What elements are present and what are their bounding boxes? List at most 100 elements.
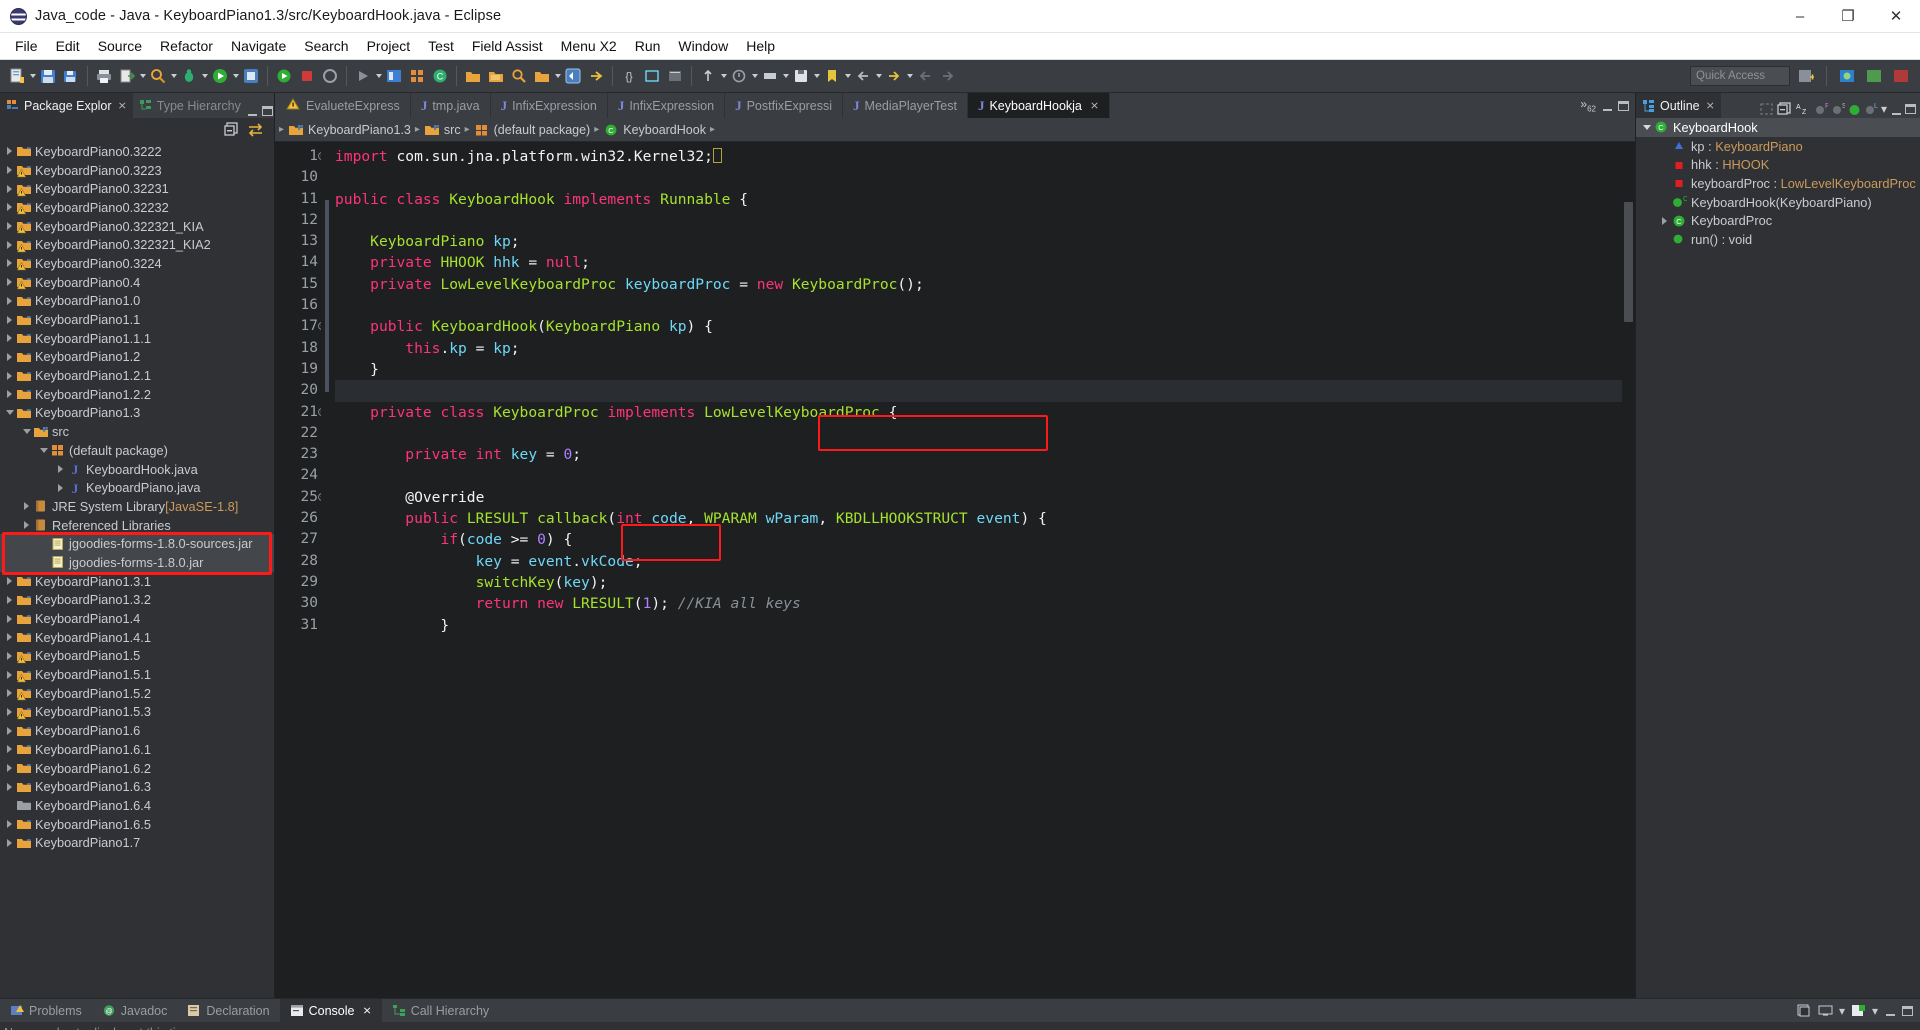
tree-expand-arrow-icon[interactable] bbox=[55, 483, 66, 492]
tree-expand-arrow-icon[interactable] bbox=[4, 166, 15, 175]
tree-expand-arrow-icon[interactable] bbox=[4, 782, 15, 791]
explorer-minimize-button[interactable] bbox=[247, 105, 259, 116]
tab-package-explorer[interactable]: Package Explor ⨯ bbox=[0, 93, 133, 118]
outline-arrow-icon[interactable] bbox=[1640, 124, 1653, 130]
code-line[interactable]: switchKey(key); bbox=[335, 572, 1635, 593]
print-icon[interactable] bbox=[93, 65, 115, 87]
display-console-icon[interactable] bbox=[1818, 1004, 1833, 1017]
outline-item[interactable]: keyboardProc : LowLevelKeyboardProc bbox=[1636, 174, 1920, 193]
forward-arrow-icon[interactable] bbox=[585, 65, 607, 87]
tree-item[interactable]: KeyboardPiano1.2 bbox=[0, 348, 274, 367]
bottom-tab[interactable]: Declaration bbox=[177, 999, 279, 1022]
tree-item[interactable]: KeyboardPiano1.3 bbox=[0, 404, 274, 423]
tree-item[interactable]: KeyboardPiano1.6.3 bbox=[0, 777, 274, 796]
console-maximize-button[interactable] bbox=[1902, 1005, 1913, 1016]
run-test-icon[interactable] bbox=[273, 65, 295, 87]
editor-minimize-button[interactable] bbox=[1601, 100, 1613, 111]
tree-item[interactable]: KeyboardPiano0.32232 bbox=[0, 198, 274, 217]
code-line[interactable]: } bbox=[335, 359, 1635, 380]
tree-item-selected[interactable]: jgoodies-forms-1.8.0-sources.jar bbox=[0, 534, 274, 554]
code-line[interactable] bbox=[335, 167, 1635, 188]
quick-access-input[interactable]: Quick Access bbox=[1690, 66, 1790, 86]
toggle-block-select-icon[interactable] bbox=[641, 65, 663, 87]
bottom-tab[interactable]: Call Hierarchy bbox=[382, 999, 500, 1022]
tree-expand-arrow-icon[interactable] bbox=[4, 371, 15, 380]
tree-collapse-arrow-icon[interactable] bbox=[4, 410, 15, 416]
perspective-java-icon[interactable] bbox=[383, 65, 405, 87]
menu-navigate[interactable]: Navigate bbox=[222, 35, 295, 57]
menu-run[interactable]: Run bbox=[626, 35, 670, 57]
next-annotation-icon[interactable] bbox=[697, 65, 719, 87]
tree-item[interactable]: src bbox=[0, 422, 274, 441]
tree-expand-arrow-icon[interactable] bbox=[4, 614, 15, 623]
tree-item[interactable]: (default package) bbox=[0, 441, 274, 460]
console-minimize-button[interactable] bbox=[1884, 1005, 1896, 1016]
outline-maximize-button[interactable] bbox=[1905, 104, 1916, 114]
outline-item[interactable]: C KeyboardHook(KeyboardPiano) bbox=[1636, 193, 1920, 212]
bottom-tab-close-icon[interactable]: ⨯ bbox=[362, 1004, 371, 1017]
close-button[interactable]: ✕ bbox=[1872, 0, 1920, 32]
tree-item[interactable]: KeyboardPiano1.2.1 bbox=[0, 366, 274, 385]
toggle-mark-occurrences-icon[interactable]: {} bbox=[618, 65, 640, 87]
open-console-icon[interactable] bbox=[1851, 1004, 1866, 1017]
code-line[interactable]: public KeyboardHook(KeyboardPiano kp) { bbox=[335, 316, 1635, 337]
menu-test[interactable]: Test bbox=[419, 35, 463, 57]
code-line[interactable]: private int key = 0; bbox=[335, 444, 1635, 465]
tree-item[interactable]: KeyboardPiano1.6.1 bbox=[0, 740, 274, 759]
stop-icon[interactable] bbox=[296, 65, 318, 87]
clear-console-icon[interactable] bbox=[1797, 1004, 1812, 1017]
tree-item[interactable]: KeyboardPiano1.1 bbox=[0, 310, 274, 329]
collapse-all-icon[interactable] bbox=[224, 122, 239, 137]
tree-item[interactable]: KeyboardPiano1.5.2 bbox=[0, 684, 274, 703]
tree-item[interactable]: KeyboardPiano0.3222 bbox=[0, 142, 274, 161]
tree-expand-arrow-icon[interactable] bbox=[4, 315, 15, 324]
editor-vertical-scrollbar[interactable] bbox=[1622, 142, 1635, 998]
editor-tab[interactable]: EvalueteExpress bbox=[275, 93, 411, 118]
run-icon[interactable] bbox=[209, 65, 231, 87]
code-line[interactable]: private HHOOK hhk = null; bbox=[335, 252, 1635, 273]
code-line[interactable]: KeyboardPiano kp; bbox=[335, 231, 1635, 252]
show-whitespace-icon[interactable] bbox=[664, 65, 686, 87]
perspective-add-icon[interactable] bbox=[1795, 65, 1817, 87]
tree-expand-arrow-icon[interactable] bbox=[21, 521, 32, 530]
open-console-dropdown-icon[interactable]: ▾ bbox=[1872, 1004, 1878, 1018]
tree-item[interactable]: KeyboardPiano0.322321_KIA bbox=[0, 217, 274, 236]
tree-item[interactable]: J KeyboardHook.java bbox=[0, 460, 274, 479]
editor-tab[interactable]: J MediaPlayerTest bbox=[843, 93, 968, 118]
nav-forward-grey-icon[interactable] bbox=[937, 65, 959, 87]
minimize-button[interactable]: – bbox=[1776, 0, 1824, 32]
breadcrumb-item[interactable]: C KeyboardHook bbox=[603, 123, 706, 137]
outline-menu-icon[interactable]: ▾ bbox=[1881, 102, 1887, 116]
menu-menu-x2[interactable]: Menu X2 bbox=[552, 35, 626, 57]
tree-item[interactable]: KeyboardPiano1.3.1 bbox=[0, 572, 274, 591]
bottom-tab[interactable]: Console ⨯ bbox=[279, 999, 382, 1022]
perspective-debug-icon[interactable] bbox=[1890, 65, 1912, 87]
editor-tab[interactable]: J PostfixExpressi bbox=[725, 93, 844, 118]
breadcrumb-item[interactable]: (default package) bbox=[474, 123, 590, 137]
tree-item[interactable]: KeyboardPiano0.4 bbox=[0, 273, 274, 292]
perspective-java-ee-icon[interactable] bbox=[1863, 65, 1885, 87]
code-line[interactable]: public LRESULT callback(int code, WPARAM… bbox=[335, 508, 1635, 529]
tree-expand-arrow-icon[interactable] bbox=[4, 670, 15, 679]
tree-expand-arrow-icon[interactable] bbox=[4, 633, 15, 642]
editor-tab[interactable]: J InfixExpression bbox=[608, 93, 726, 118]
tree-item[interactable]: KeyboardPiano0.3224 bbox=[0, 254, 274, 273]
tree-expand-arrow-icon[interactable] bbox=[4, 296, 15, 305]
hide-nonpublic-icon[interactable] bbox=[1848, 103, 1861, 116]
tree-expand-arrow-icon[interactable] bbox=[4, 259, 15, 268]
code-line[interactable]: } bbox=[335, 615, 1635, 636]
menu-project[interactable]: Project bbox=[358, 35, 420, 57]
project-tree[interactable]: KeyboardPiano0.3222 KeyboardPiano0.3223 Ke… bbox=[0, 141, 274, 998]
bookmark-icon[interactable] bbox=[821, 65, 843, 87]
tree-expand-arrow-icon[interactable] bbox=[4, 820, 15, 829]
tree-collapse-arrow-icon[interactable] bbox=[21, 429, 32, 435]
tree-expand-arrow-icon[interactable] bbox=[4, 278, 15, 287]
tree-expand-arrow-icon[interactable] bbox=[4, 352, 15, 361]
code-line[interactable]: @Override bbox=[335, 487, 1635, 508]
code-line[interactable]: import com.sun.jna.platform.win32.Kernel… bbox=[335, 146, 1635, 167]
new-icon[interactable] bbox=[6, 65, 28, 87]
tree-expand-arrow-icon[interactable] bbox=[21, 502, 32, 511]
open-folder-2-icon[interactable] bbox=[485, 65, 507, 87]
save-all-icon[interactable] bbox=[60, 65, 82, 87]
play-grey-icon[interactable] bbox=[352, 65, 374, 87]
